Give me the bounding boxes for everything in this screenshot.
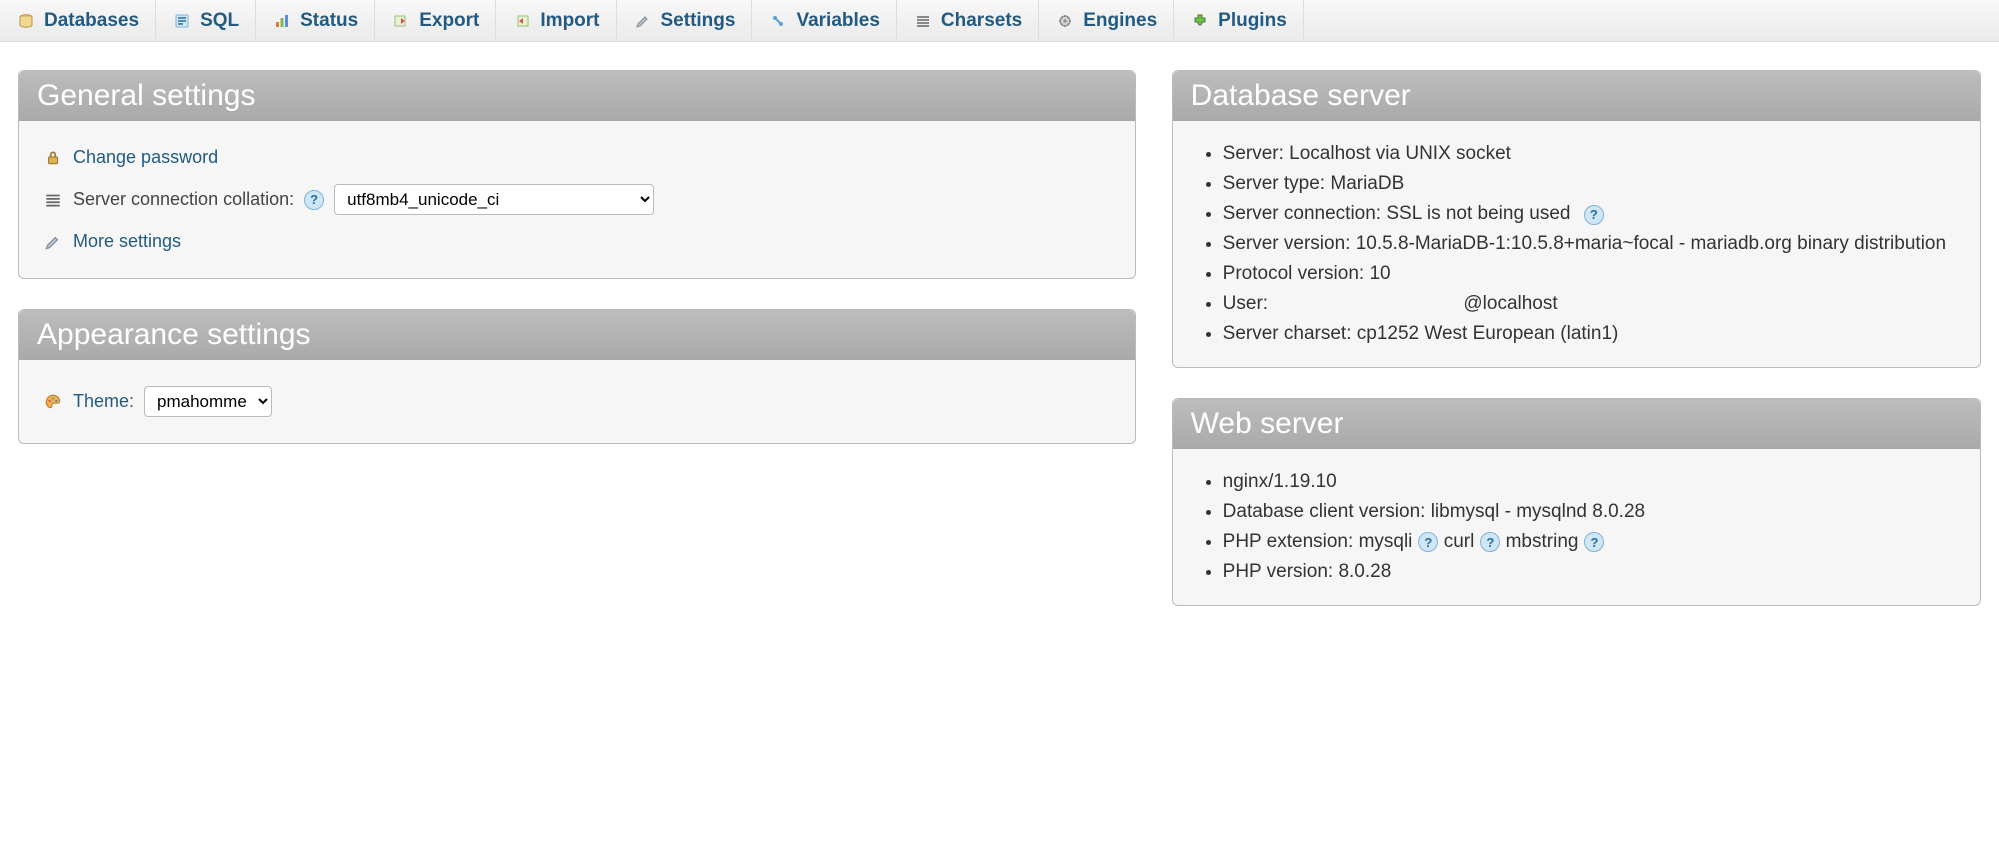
collation-label: Server connection collation: (73, 189, 294, 210)
list-icon (43, 190, 63, 210)
theme-label: Theme: (73, 391, 134, 412)
list-item: User: @localhost (1223, 289, 1956, 319)
php-ext: mbstring (1506, 531, 1579, 553)
nav-tab-variables[interactable]: Variables (752, 0, 896, 41)
charsets-icon (913, 11, 933, 31)
collation-select[interactable]: utf8mb4_unicode_ci (334, 184, 654, 215)
list-item: Database client version: libmysql - mysq… (1223, 497, 1956, 527)
plugins-icon (1190, 11, 1210, 31)
sql-icon (172, 11, 192, 31)
wrench-icon (43, 232, 63, 252)
php-ext: mysqli (1359, 531, 1413, 553)
change-password-link[interactable]: Change password (73, 147, 218, 168)
appearance-settings-panel: Appearance settings Theme: pmahomme (18, 309, 1136, 444)
databases-icon (16, 11, 36, 31)
php-ext-label: PHP extension: (1223, 531, 1354, 552)
help-icon[interactable]: ? (304, 190, 324, 210)
lock-icon (43, 148, 63, 168)
engines-icon (1055, 11, 1075, 31)
nav-tab-label: Status (300, 10, 358, 32)
nav-tab-plugins[interactable]: Plugins (1174, 0, 1304, 41)
php-ext: curl (1444, 531, 1475, 553)
list-item: Server version: 10.5.8-MariaDB-1:10.5.8+… (1223, 229, 1956, 259)
main-content: General settings Change password Server … (0, 42, 1999, 664)
nav-tab-label: Variables (796, 10, 879, 32)
list-item: Server: Localhost via UNIX socket (1223, 139, 1956, 169)
list-item: Server charset: cp1252 West European (la… (1223, 319, 1956, 349)
nav-tab-label: Settings (661, 10, 736, 32)
nav-tab-status[interactable]: Status (256, 0, 375, 41)
list-item: Protocol version: 10 (1223, 259, 1956, 289)
list-item: Server type: MariaDB (1223, 169, 1956, 199)
nav-tab-label: Engines (1083, 10, 1157, 32)
help-icon[interactable]: ? (1584, 205, 1604, 225)
help-icon[interactable]: ? (1418, 532, 1438, 552)
nav-tab-label: Databases (44, 10, 139, 32)
panel-title: Database server (1173, 71, 1980, 121)
general-settings-panel: General settings Change password Server … (18, 70, 1136, 279)
db-server-list: Server: Localhost via UNIX socket Server… (1197, 139, 1956, 349)
nav-tab-databases[interactable]: Databases (0, 0, 156, 41)
nav-tab-label: Plugins (1218, 10, 1287, 32)
list-item: PHP version: 8.0.28 (1223, 557, 1956, 587)
list-item: nginx/1.19.10 (1223, 467, 1956, 497)
web-server-list: nginx/1.19.10 Database client version: l… (1197, 467, 1956, 587)
top-nav: Databases SQL Status Export Import Setti… (0, 0, 1999, 42)
theme-select[interactable]: pmahomme (144, 386, 272, 417)
palette-icon (43, 392, 63, 412)
panel-title: Web server (1173, 399, 1980, 449)
help-icon[interactable]: ? (1584, 532, 1604, 552)
help-icon[interactable]: ? (1480, 532, 1500, 552)
more-settings-link[interactable]: More settings (73, 231, 181, 252)
nav-tab-charsets[interactable]: Charsets (897, 0, 1039, 41)
export-icon (391, 11, 411, 31)
nav-tab-label: Charsets (941, 10, 1022, 32)
nav-tab-label: Import (540, 10, 599, 32)
panel-title: General settings (19, 71, 1135, 121)
nav-tab-label: Export (419, 10, 479, 32)
nav-tab-sql[interactable]: SQL (156, 0, 256, 41)
nav-tab-label: SQL (200, 10, 239, 32)
status-icon (272, 11, 292, 31)
web-server-panel: Web server nginx/1.19.10 Database client… (1172, 398, 1981, 606)
settings-icon (633, 11, 653, 31)
nav-tab-import[interactable]: Import (496, 0, 616, 41)
list-item: PHP extension: mysqli ? curl ? mbstring … (1223, 527, 1956, 557)
nav-tab-engines[interactable]: Engines (1039, 0, 1174, 41)
nav-tab-settings[interactable]: Settings (617, 0, 753, 41)
panel-title: Appearance settings (19, 310, 1135, 360)
nav-tab-export[interactable]: Export (375, 0, 496, 41)
import-icon (512, 11, 532, 31)
variables-icon (768, 11, 788, 31)
database-server-panel: Database server Server: Localhost via UN… (1172, 70, 1981, 368)
list-item: Server connection: SSL is not being used… (1223, 199, 1956, 229)
